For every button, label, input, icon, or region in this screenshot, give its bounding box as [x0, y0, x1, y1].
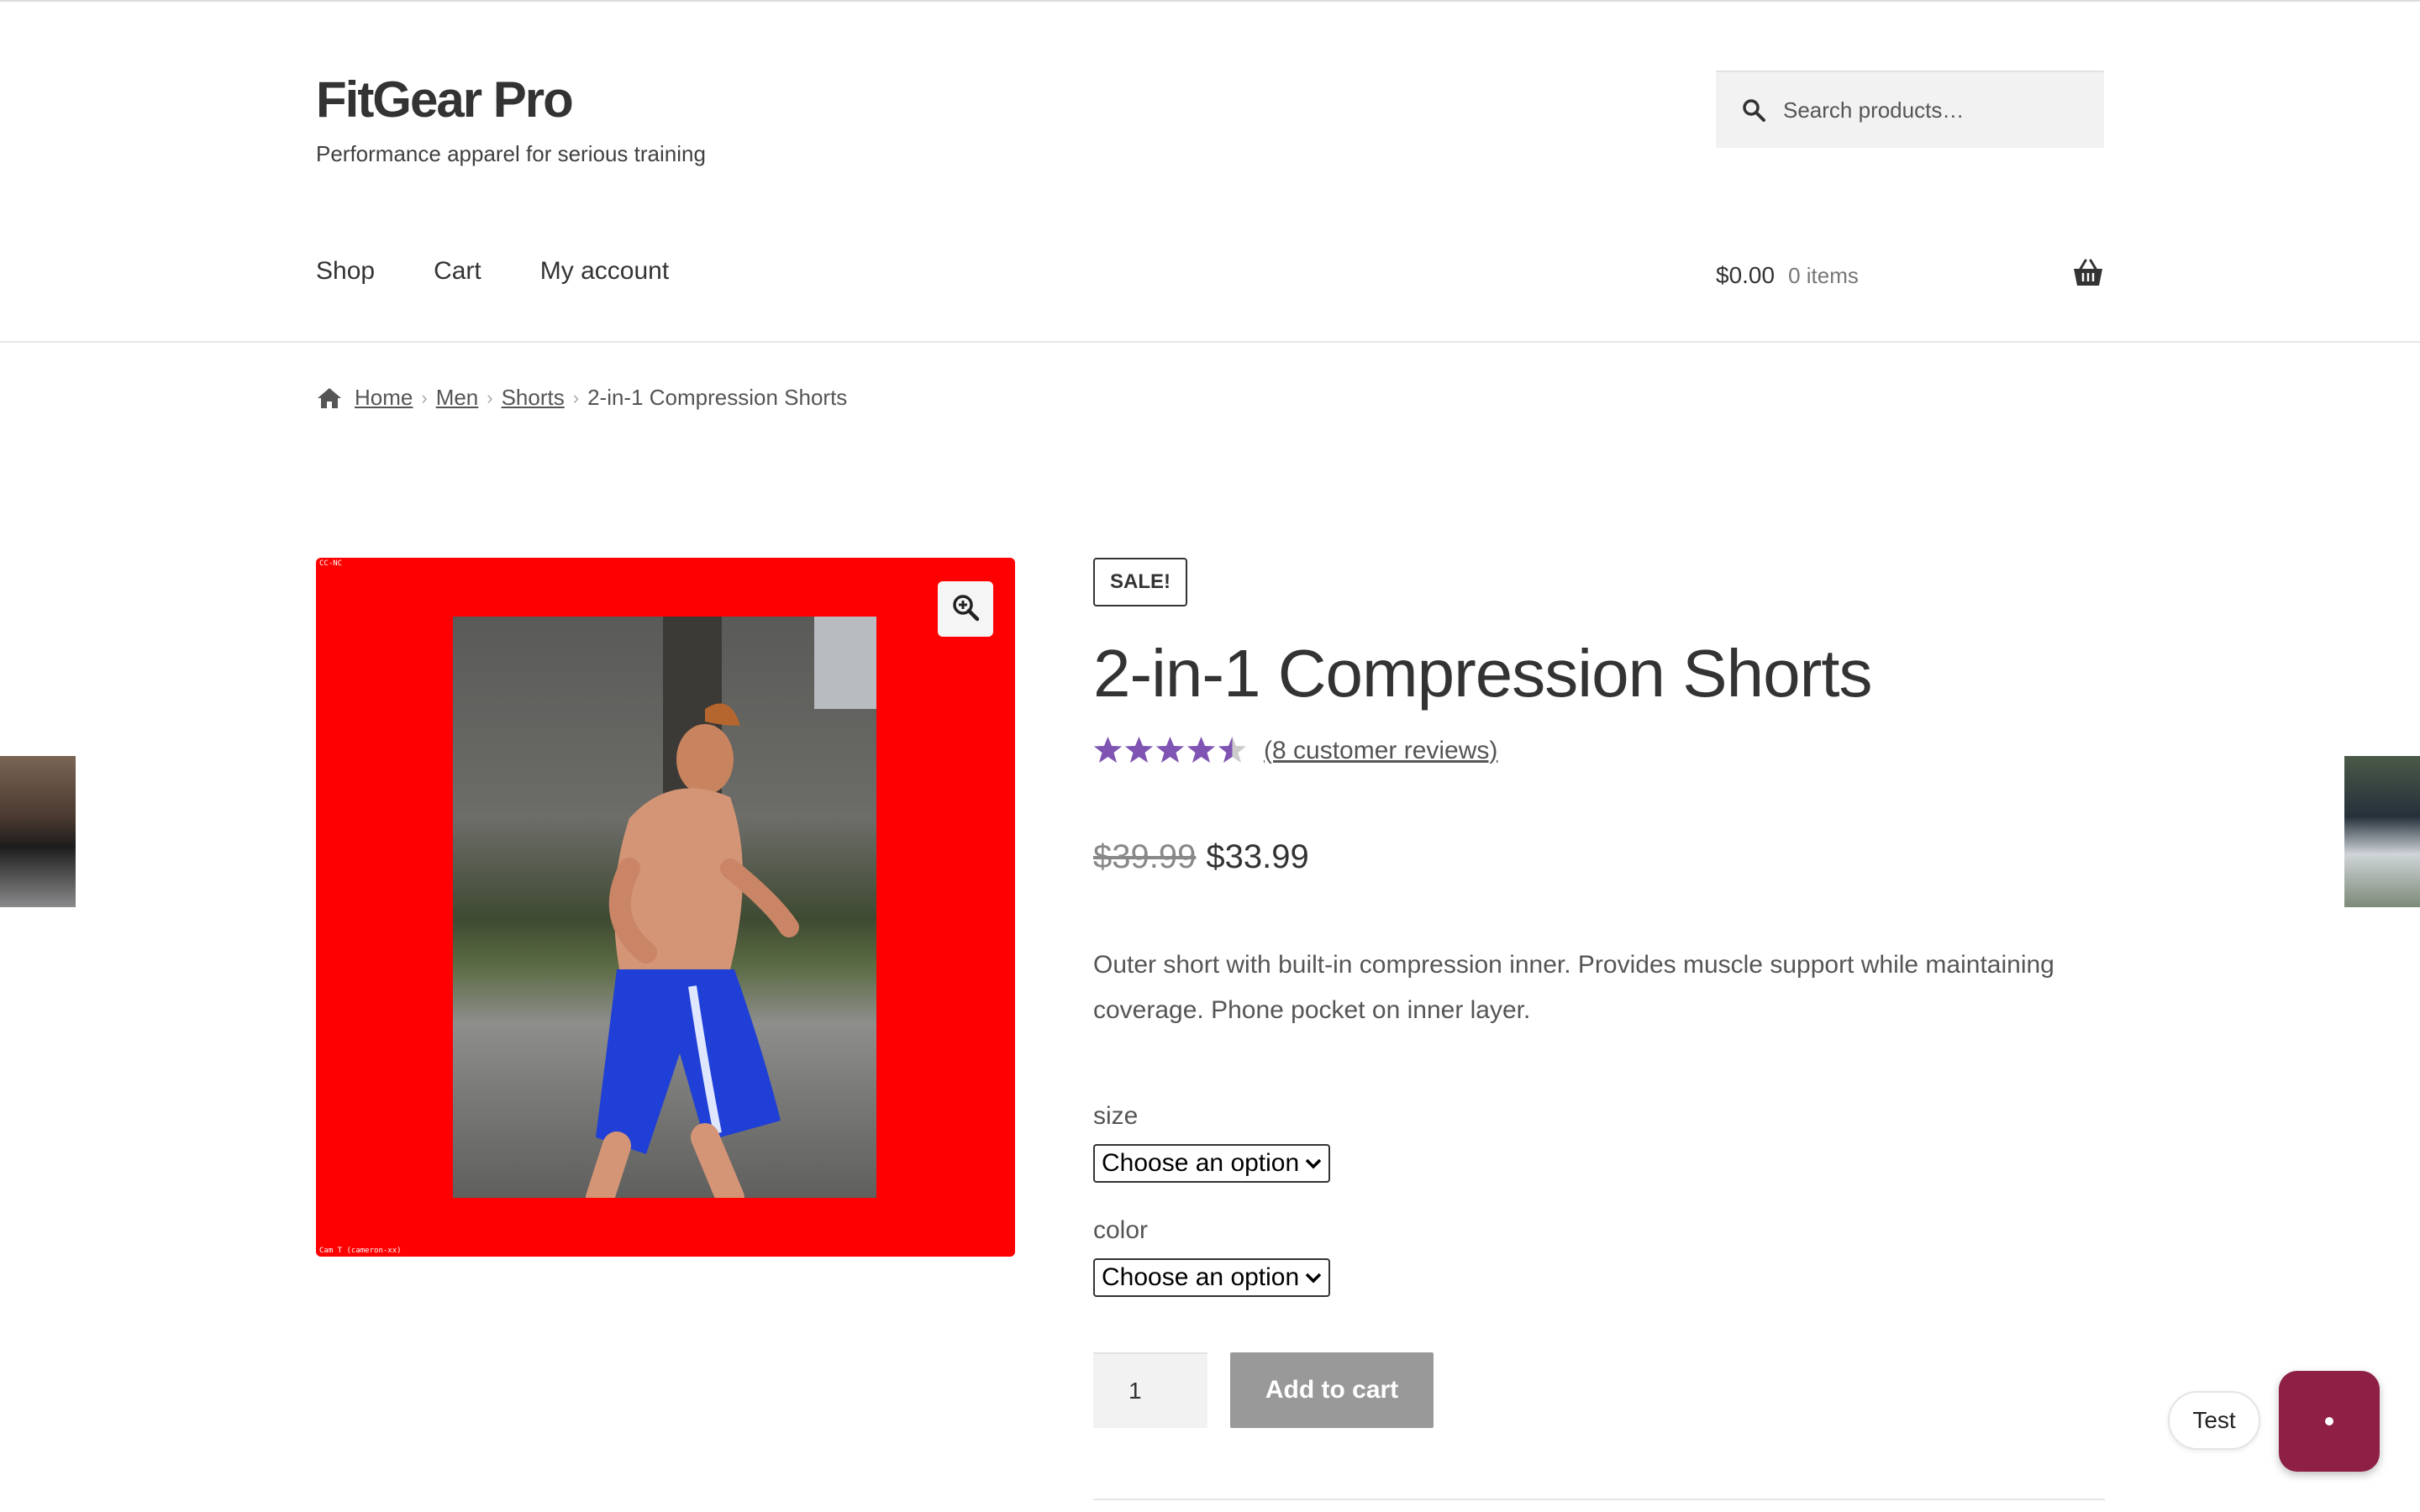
site-tagline: Performance apparel for serious training [316, 141, 706, 166]
header-divider [0, 341, 2420, 343]
breadcrumb-shorts[interactable]: Shorts [502, 385, 565, 411]
breadcrumb-separator-icon: › [572, 386, 580, 408]
color-select[interactable]: Choose an option [1093, 1258, 1330, 1297]
rating-stars [1093, 736, 1247, 765]
sale-badge: SALE! [1093, 558, 1187, 606]
size-label: size [1093, 1102, 1139, 1130]
chevron-down-icon [1305, 1158, 1322, 1169]
sale-price: $33.99 [1206, 838, 1309, 875]
product-price: $39.99 $33.99 [1093, 838, 1309, 876]
product-gallery[interactable]: CC-NC Cam T (cameron-xx) [316, 558, 1015, 1257]
original-price: $39.99 [1093, 838, 1197, 875]
zoom-button[interactable] [938, 581, 993, 637]
breadcrumb-current: 2-in-1 Compression Shorts [587, 385, 848, 410]
home-icon[interactable] [316, 386, 343, 410]
summary-divider [1093, 1499, 2105, 1500]
top-rule [0, 0, 2420, 2]
cart-count[interactable]: 0 items [1788, 263, 1859, 289]
nav-my-account[interactable]: My account [540, 257, 669, 286]
add-to-cart-button[interactable]: Add to cart [1230, 1352, 1434, 1428]
cart-amount[interactable]: $0.00 [1716, 262, 1775, 289]
color-label: color [1093, 1216, 1149, 1244]
star-icon [1156, 737, 1184, 763]
image-credit-bottom: Cam T (cameron-xx) [319, 1247, 402, 1255]
product-image[interactable] [453, 617, 876, 1198]
breadcrumb: Home › Men › Shorts › 2-in-1 Compression… [316, 385, 847, 411]
breadcrumb-home[interactable]: Home [355, 385, 413, 411]
size-select[interactable]: Choose an option [1093, 1144, 1330, 1183]
product-description: Outer short with built-in compression in… [1093, 951, 2054, 1024]
breadcrumb-separator-icon: › [421, 386, 428, 408]
breadcrumb-separator-icon: › [487, 386, 493, 408]
customer-reviews-link[interactable]: (8 customer reviews) [1264, 737, 1497, 765]
size-select-value: Choose an option [1102, 1149, 1300, 1177]
color-select-value: Choose an option [1102, 1263, 1300, 1291]
site-title[interactable]: FitGear Pro [316, 71, 574, 129]
breadcrumb-men[interactable]: Men [436, 385, 479, 411]
chat-button[interactable] [2279, 1371, 2380, 1472]
search-input[interactable] [1783, 97, 2086, 123]
nav-cart[interactable]: Cart [434, 257, 481, 286]
product-title: 2-in-1 Compression Shorts [1093, 636, 1872, 711]
test-chip[interactable]: Test [2168, 1391, 2260, 1450]
cart-summary[interactable]: $0.00 0 items [1716, 262, 1859, 289]
star-icon [1125, 737, 1153, 763]
image-credit-top: CC-NC [319, 559, 343, 568]
primary-nav: Shop Cart My account [316, 257, 669, 286]
star-icon [1094, 737, 1122, 763]
previous-product-thumbnail[interactable] [0, 756, 76, 907]
nav-shop[interactable]: Shop [316, 257, 375, 286]
star-icon [1187, 737, 1215, 763]
star-icon [1218, 737, 1246, 763]
quantity-input[interactable]: 1 [1093, 1352, 1207, 1428]
basket-icon[interactable] [2072, 259, 2104, 287]
chevron-down-icon [1305, 1272, 1322, 1284]
search-box[interactable] [1716, 71, 2104, 148]
chat-icon [2325, 1417, 2333, 1425]
search-icon [1741, 97, 1766, 123]
product-rating: (8 customer reviews) [1093, 736, 1497, 765]
zoom-in-icon [951, 593, 980, 626]
next-product-thumbnail[interactable] [2344, 756, 2420, 907]
